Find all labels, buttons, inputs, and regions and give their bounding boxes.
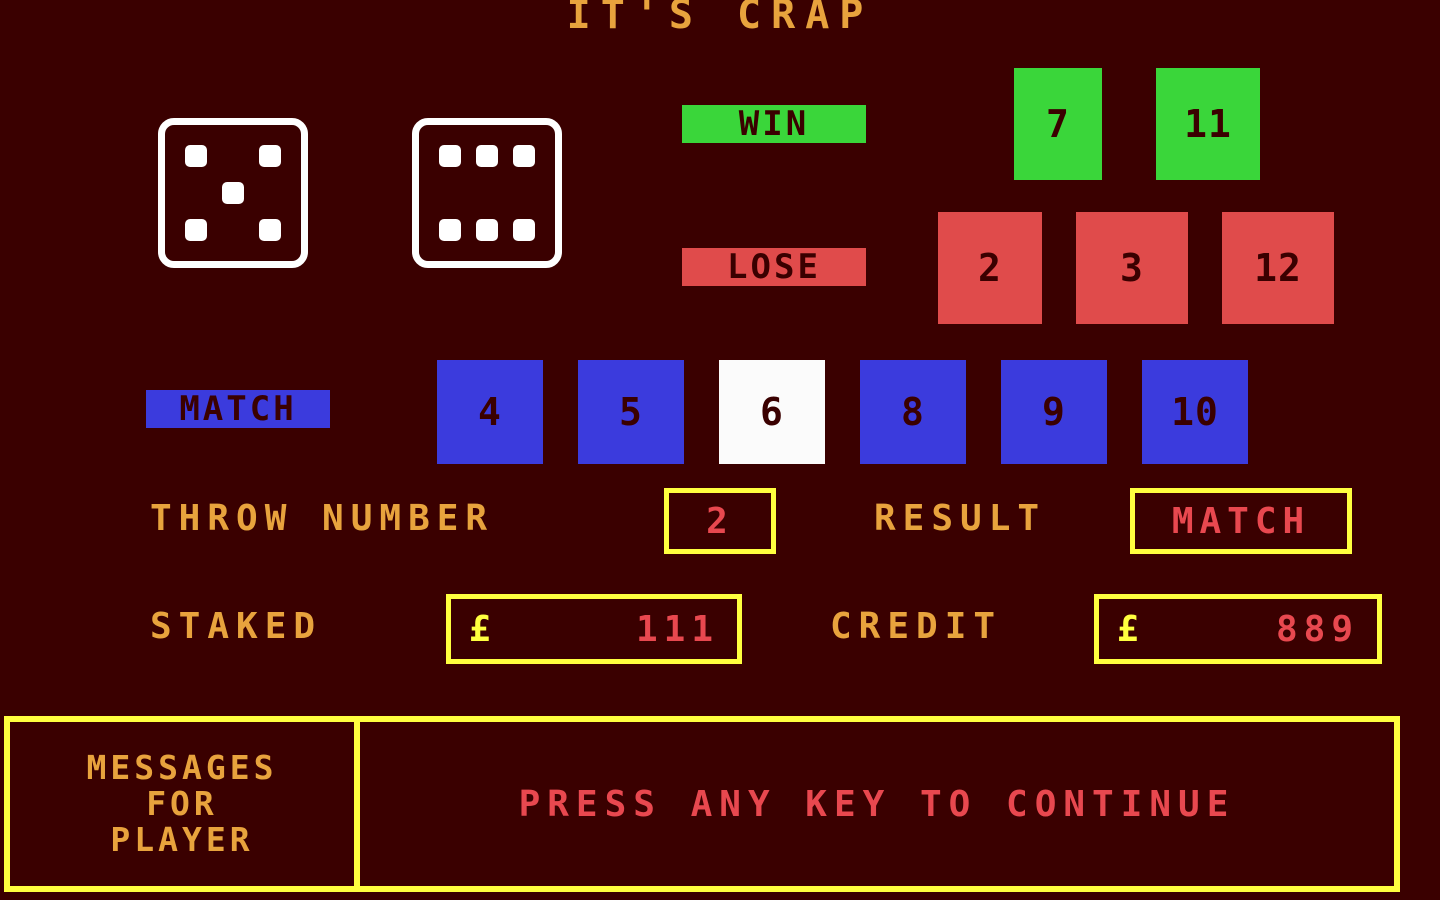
lose-tile-2[interactable]: 2: [938, 212, 1042, 324]
die-two[interactable]: [412, 118, 562, 268]
pip: [513, 219, 536, 242]
message-title-line-1: MESSAGES: [86, 748, 278, 787]
staked-value-box: £ 111: [446, 594, 742, 664]
message-panel: MESSAGES FOR PLAYER PRESS ANY KEY TO CON…: [4, 716, 1400, 892]
pip: [222, 219, 244, 241]
die-one[interactable]: [158, 118, 308, 268]
win-label: WIN: [682, 105, 866, 143]
message-panel-title: MESSAGES FOR PLAYER: [10, 722, 360, 886]
page-title: IT'S CRAP: [566, 0, 874, 38]
match-tile-4[interactable]: 4: [437, 360, 543, 464]
pip: [475, 144, 498, 167]
pip: [222, 145, 244, 167]
die-one-pips: [177, 137, 289, 249]
credit-label: CREDIT: [830, 606, 1003, 647]
pip: [475, 219, 498, 242]
match-tile-6[interactable]: 6: [719, 360, 825, 464]
pip: [184, 219, 207, 242]
pip: [185, 182, 207, 204]
die-two-pips: [431, 137, 543, 249]
pip: [439, 182, 461, 204]
lose-label: LOSE: [682, 248, 866, 286]
message-title-line-3: PLAYER: [110, 820, 254, 859]
credit-currency-symbol: £: [1117, 608, 1145, 650]
pip: [438, 219, 461, 242]
pip: [513, 182, 535, 204]
match-tile-10[interactable]: 10: [1142, 360, 1248, 464]
throw-number-value: 2: [664, 488, 776, 554]
pip: [476, 182, 498, 204]
match-tile-5[interactable]: 5: [578, 360, 684, 464]
staked-amount: 111: [635, 608, 719, 650]
message-title-line-2: FOR: [146, 784, 218, 823]
lose-tile-3[interactable]: 3: [1076, 212, 1188, 324]
pip: [259, 219, 282, 242]
lose-tile-12[interactable]: 12: [1222, 212, 1334, 324]
win-tile-7[interactable]: 7: [1014, 68, 1102, 180]
credit-amount: 889: [1275, 608, 1359, 650]
win-tile-11[interactable]: 11: [1156, 68, 1260, 180]
credit-value-box: £ 889: [1094, 594, 1382, 664]
pip: [513, 144, 536, 167]
message-panel-body[interactable]: PRESS ANY KEY TO CONTINUE: [360, 722, 1394, 886]
match-label: MATCH: [146, 390, 330, 428]
game-screen: IT'S CRAP WIN 7 11 LOSE 2 3 12 MATCH 4 5…: [0, 0, 1440, 900]
staked-currency-symbol: £: [469, 608, 497, 650]
pip: [438, 144, 461, 167]
throw-number-label: THROW NUMBER: [150, 498, 495, 539]
match-tile-8[interactable]: 8: [860, 360, 966, 464]
pip: [184, 144, 207, 167]
result-label: RESULT: [874, 498, 1047, 539]
match-tile-9[interactable]: 9: [1001, 360, 1107, 464]
pip: [221, 181, 244, 204]
pip: [259, 182, 281, 204]
staked-label: STAKED: [150, 606, 323, 647]
result-value: MATCH: [1130, 488, 1352, 554]
pip: [259, 144, 282, 167]
